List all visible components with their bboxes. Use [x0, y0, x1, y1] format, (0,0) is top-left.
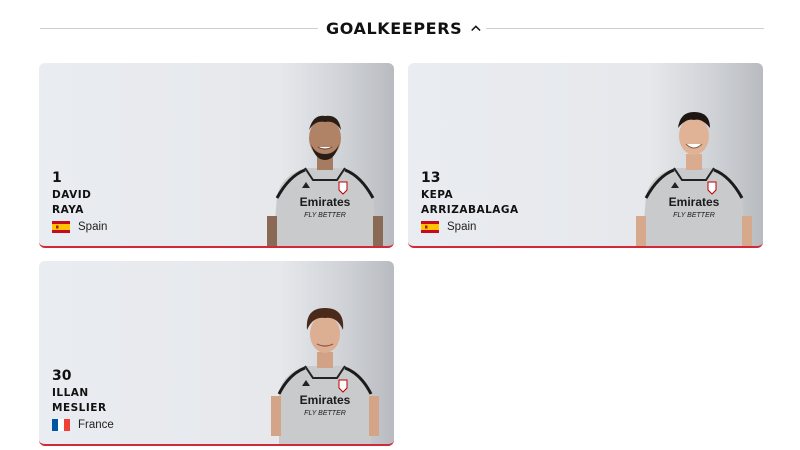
shirt-sponsor: Emirates	[669, 195, 720, 209]
divider-right	[486, 28, 764, 29]
country-name: France	[78, 419, 114, 431]
shirt-tagline: FLY BETTER	[673, 212, 715, 219]
spain-flag-icon	[421, 221, 439, 233]
section-header: GOALKEEPERS	[40, 14, 764, 42]
shirt-sponsor: Emirates	[300, 393, 351, 407]
player-last-name: RAYA	[52, 204, 84, 216]
player-number: 13	[421, 170, 441, 186]
player-card-arrizabalaga[interactable]: Emirates FLY BETTER 13 KEPA ARRIZABALAGA…	[408, 63, 763, 248]
france-flag-icon	[52, 419, 70, 431]
player-photo: Emirates FLY BETTER	[271, 308, 379, 444]
shirt-sponsor: Emirates	[300, 195, 351, 209]
goalkeepers-section-toggle[interactable]: GOALKEEPERS	[326, 14, 482, 42]
player-card-raya[interactable]: Emirates FLY BETTER 1 DAVID RAYA Spain	[39, 63, 394, 248]
player-last-name: MESLIER	[52, 402, 107, 414]
player-card-meslier[interactable]: Emirates FLY BETTER 30 ILLAN MESLIER Fra…	[39, 261, 394, 446]
player-nationality: France	[52, 419, 114, 431]
player-first-name: KEPA	[421, 189, 454, 201]
divider-left	[40, 28, 318, 29]
shirt-tagline: FLY BETTER	[304, 212, 346, 219]
player-number: 30	[52, 368, 72, 384]
shirt-tagline: FLY BETTER	[304, 410, 346, 417]
player-info: 13 KEPA ARRIZABALAGA Spain	[421, 170, 519, 233]
country-name: Spain	[78, 221, 108, 233]
player-first-name: ILLAN	[52, 387, 89, 399]
player-photo: Emirates FLY BETTER	[267, 115, 383, 246]
player-first-name: DAVID	[52, 189, 92, 201]
player-number: 1	[52, 170, 62, 186]
player-nationality: Spain	[421, 221, 519, 233]
player-photo: Emirates FLY BETTER	[636, 112, 752, 246]
chevron-up-icon	[471, 25, 481, 32]
player-info: 30 ILLAN MESLIER France	[52, 368, 114, 431]
country-name: Spain	[447, 221, 477, 233]
spain-flag-icon	[52, 221, 70, 233]
player-info: 1 DAVID RAYA Spain	[52, 170, 107, 233]
section-title: GOALKEEPERS	[326, 18, 463, 38]
player-last-name: ARRIZABALAGA	[421, 204, 519, 216]
player-nationality: Spain	[52, 221, 107, 233]
